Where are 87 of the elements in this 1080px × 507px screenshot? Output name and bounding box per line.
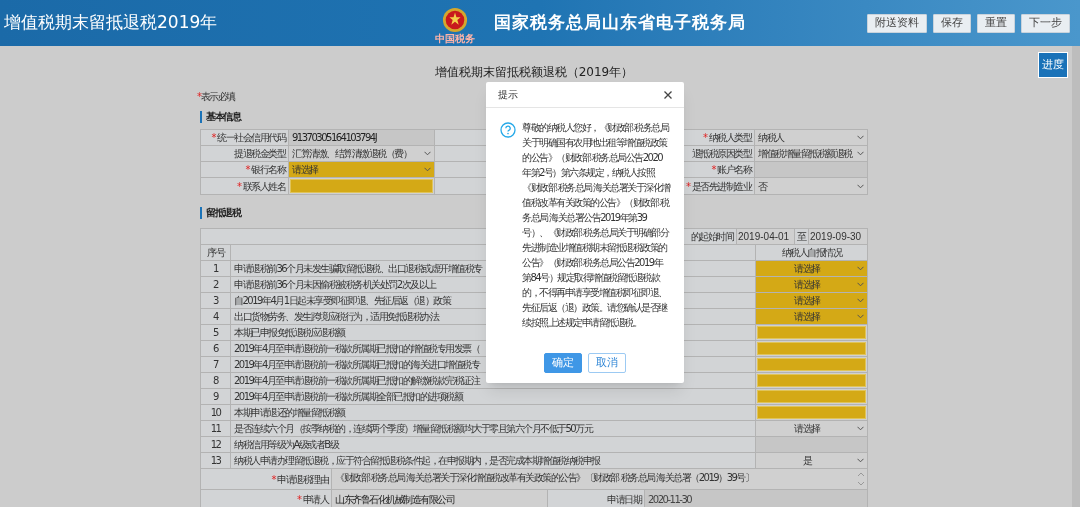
input-field[interactable]	[757, 358, 866, 371]
chevron-down-icon	[857, 266, 864, 271]
select-field[interactable]: 否	[755, 178, 867, 194]
row-number: 8	[201, 373, 231, 388]
row-number: 6	[201, 341, 231, 356]
toolbar-button[interactable]: 保存	[933, 13, 971, 33]
question-icon	[500, 122, 516, 138]
row-number: 3	[201, 293, 231, 308]
chevron-down-icon	[857, 183, 864, 189]
table-cell-text: 是否连续六个月（按季纳税的，连续两个季度）增量留抵税额均大于零且第六个月不低于50万元	[234, 422, 593, 436]
chevron-down-icon	[857, 135, 864, 140]
table-cell-text: 纳税信用等级为A级或者B级	[234, 438, 339, 452]
emblem-icon	[442, 6, 468, 33]
cancel-button[interactable]: 取消	[588, 353, 626, 373]
input-field[interactable]	[757, 406, 866, 419]
select-field[interactable]: 纳税人	[755, 130, 867, 145]
row-number: 2	[201, 277, 231, 292]
row-number: 13	[201, 453, 231, 468]
required-note: *表示必填	[197, 90, 235, 103]
chevron-down-icon	[424, 167, 431, 172]
close-icon[interactable]	[664, 90, 672, 99]
input-field[interactable]	[757, 374, 866, 387]
table-cell-text: 出口货物劳务、发生跨境应税行为，适用免抵退税办法	[234, 310, 438, 324]
range-separator: 至	[795, 229, 809, 244]
chevron-down-icon	[857, 314, 864, 319]
scrollbar[interactable]	[1072, 46, 1080, 507]
date-field: 2020-11-30	[645, 490, 867, 507]
chevron-down-icon	[857, 151, 864, 156]
select-field[interactable]: 是	[756, 453, 867, 468]
select-field[interactable]: 请选择	[756, 277, 867, 292]
column-header: 序号	[201, 245, 231, 260]
toolbar-button[interactable]: 附送资料	[867, 13, 927, 33]
select-field[interactable]: 请选择	[756, 309, 867, 324]
chevron-down-icon	[857, 282, 864, 287]
chevron-down-icon	[857, 458, 864, 463]
chevron-down-icon	[857, 426, 864, 431]
select-field[interactable]: 请选择	[289, 162, 435, 177]
table-cell-text: 2019年4月至申请退税前一税款所属期已抵扣的解缴税款完税证注	[234, 374, 480, 388]
row-number: 12	[201, 437, 231, 452]
textarea-text: 《财政部 税务总局 海关总署关于深化增值税改革有关政策的公告》〔财政部 税务总局 海关总署（2019）39号〕	[334, 471, 755, 485]
row-number: 7	[201, 357, 231, 372]
dialog-title: 提示	[498, 88, 518, 102]
table-cell-text: 2019年4月至申请退税前一税款所属期已抵扣的增值税专用发票（	[234, 342, 480, 356]
table-cell-text: 本期已申报免抵退税应退税额	[234, 326, 345, 340]
emblem-caption: 中国税务	[435, 32, 475, 44]
row-number: 11	[201, 421, 231, 436]
table-cell-text: 申请退税前36个月未因偷税被税务机关处罚2次及以上	[234, 278, 436, 292]
select-field[interactable]: 请选择	[756, 261, 867, 276]
field-label: * 申请人	[201, 490, 332, 507]
table-cell-text: 纳税人申请办理留抵退税，应于符合留抵退税条件起，在申报期内，是否完成本期增值税纳税申报	[234, 454, 600, 468]
input-field[interactable]	[757, 390, 866, 403]
row-number: 1	[201, 261, 231, 276]
field-label: * 联系人姓名	[201, 178, 289, 194]
row-number: 10	[201, 405, 231, 420]
row-number: 5	[201, 325, 231, 340]
input-field[interactable]	[757, 326, 866, 339]
date-field[interactable]: 2019-09-30	[809, 229, 867, 244]
field-label: 申请日期	[548, 490, 645, 507]
reason-textarea[interactable]: 《财政部 税务总局 海关总署关于深化增值税改革有关政策的公告》〔财政部 税务总局 海关总署（2019）39号〕	[332, 469, 867, 489]
page-title: 增值税期末留抵税额退税（2019年）	[433, 64, 635, 80]
toolbar-button[interactable]: 重置	[977, 13, 1015, 33]
field-label: 提退税金类型	[201, 146, 289, 161]
toolbar-button[interactable]: 下一步	[1021, 13, 1070, 33]
table-cell-text: 申请退税前36个月未发生骗取留抵退税、出口退税或虚开增值税专	[234, 262, 482, 276]
select-field[interactable]: 汇算清缴、结算清缴退税（费）	[289, 146, 435, 161]
table-cell-text: 2019年4月至申请退税前一税款所属期全部已抵扣的进项税额	[234, 390, 463, 404]
app-title: 增值税期末留抵退税2019年	[3, 11, 219, 35]
row-number: 9	[201, 389, 231, 404]
field-label: * 申请退税理由	[201, 469, 332, 489]
table-cell-text: 自2019年4月1日起未享受即征即退、先征后返（退）政策	[234, 294, 451, 308]
input-field[interactable]	[757, 342, 866, 355]
field-label: * 统一社会信用代码	[201, 130, 289, 145]
chevron-down-icon	[857, 298, 864, 303]
progress-button[interactable]: 进度	[1038, 52, 1068, 78]
table-cell-text: 2019年4月至申请退税前一税款所属期已抵扣的海关进口增值税专	[234, 358, 480, 372]
chevron-down-icon	[424, 151, 431, 156]
input-field[interactable]	[290, 179, 433, 193]
scroll-arrows-icon[interactable]	[857, 471, 865, 487]
select-field[interactable]: 请选择	[756, 293, 867, 308]
select-field[interactable]: 请选择	[756, 421, 867, 436]
select-field[interactable]: 增值税增量留抵税额退税	[755, 146, 867, 161]
row-number: 4	[201, 309, 231, 324]
site-name: 国家税务总局山东省电子税务局	[494, 11, 746, 35]
column-header: 纳税人自报情况	[780, 246, 843, 260]
table-cell-text: 本期申请退还的增量留抵税额	[234, 406, 345, 420]
date-field[interactable]: 2019-04-01	[737, 229, 795, 244]
field-label: * 银行名称	[201, 162, 289, 177]
